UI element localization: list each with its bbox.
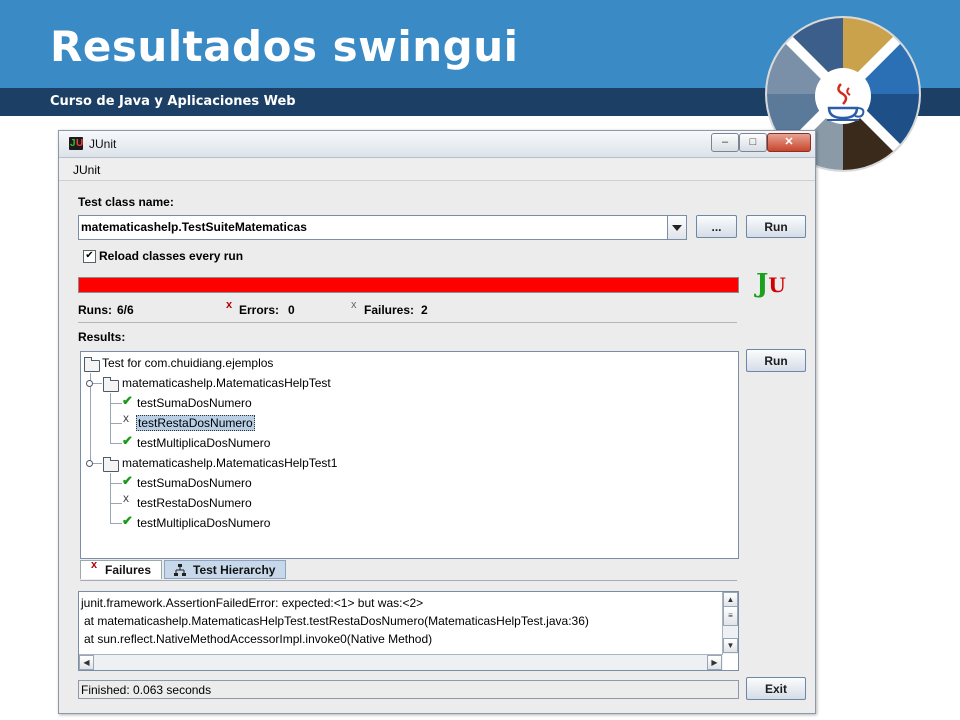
window-title: JUnit [89,137,117,151]
failure-x-icon: x [351,299,357,311]
tree-connector [110,523,122,524]
tree-test[interactable]: testRestaDosNumero [137,494,252,512]
tree-connector [110,393,111,444]
slide-title: Resultados swingui [50,22,519,71]
tab-test-hierarchy-label: Test Hierarchy [193,563,276,577]
minimize-button[interactable]: – [711,133,739,152]
tree-test[interactable]: testMultiplicaDosNumero [137,434,270,452]
tab-failures[interactable]: x Failures [80,559,162,579]
scroll-up-icon[interactable]: ▲ [723,592,738,607]
close-button[interactable]: ✕ [767,133,811,152]
maximize-button[interactable]: □ [739,133,767,152]
pass-check-icon: ✔ [122,473,133,488]
test-class-label: Test class name: [78,195,174,209]
pass-check-icon: ✔ [122,513,133,528]
tree-connector [110,503,122,504]
background-tab-ghost [209,135,349,153]
pass-check-icon: ✔ [122,433,133,448]
test-progress-bar [78,277,739,293]
menu-junit[interactable]: JUnit [73,163,100,177]
fail-x-icon: x [123,411,129,425]
tree-test[interactable]: testSumaDosNumero [137,474,252,492]
runs-label: Runs: [78,303,112,317]
hierarchy-icon [174,564,186,576]
window-titlebar[interactable]: JU JUnit – □ ✕ [59,131,815,158]
fail-x-icon: x [123,491,129,505]
runs-value: 6/6 [117,303,134,317]
results-tree[interactable]: Test for com.chuidiang.ejemplos matemati… [80,351,739,559]
expand-toggle-icon[interactable] [86,460,93,467]
test-class-value: matematicashelp.TestSuiteMatematicas [81,220,307,234]
slide-subtitle: Curso de Java y Aplicaciones Web [50,94,296,109]
tree-test[interactable]: testMultiplicaDosNumero [137,514,270,532]
expand-toggle-icon[interactable] [86,380,93,387]
run-selected-button[interactable]: Run [746,349,806,372]
reload-label: Reload classes every run [99,249,244,263]
junit-app-icon: JU [69,137,84,150]
scroll-left-icon[interactable]: ◀ [79,655,94,670]
run-button[interactable]: Run [746,215,806,238]
error-x-icon: x [226,299,233,311]
folder-icon [103,377,119,392]
tree-suite[interactable]: matematicashelp.MatematicasHelpTest1 [122,454,337,472]
folder-icon [84,357,100,372]
errors-label: Errors: [239,303,280,317]
tree-connector [110,473,111,524]
tab-failures-label: Failures [105,563,152,577]
tree-connector [110,403,122,404]
status-text: Finished: 0.063 seconds [81,683,212,697]
result-tabs: x Failures Test Hierarchy [80,559,737,581]
browse-button[interactable]: ... [696,215,737,238]
status-bar: Finished: 0.063 seconds [78,680,739,699]
tree-suite[interactable]: matematicashelp.MatematicasHelpTest [122,374,331,392]
tree-test[interactable]: testSumaDosNumero [137,394,252,412]
scroll-down-icon[interactable]: ▼ [723,638,738,653]
failures-label: Failures: [364,303,415,317]
selected-test-label[interactable]: testRestaDosNumero [136,415,255,431]
folder-icon [103,457,119,472]
horizontal-scrollbar[interactable]: ◀ ▶ [79,654,723,670]
failures-value: 2 [421,303,428,317]
junit-window: JU JUnit – □ ✕ JUnit Test class name: ma… [58,130,816,714]
tree-connector [110,443,122,444]
results-label: Results: [78,330,126,344]
trace-line: at matematicashelp.MatematicasHelpTest.t… [84,614,589,628]
tab-test-hierarchy[interactable]: Test Hierarchy [164,560,286,579]
trace-line: at sun.reflect.NativeMethodAccessorImpl.… [84,632,433,646]
chevron-down-icon[interactable] [667,216,686,239]
failure-trace-panel[interactable]: junit.framework.AssertionFailedError: ex… [78,591,739,671]
scroll-thumb[interactable]: ≡ [723,606,738,626]
vertical-scrollbar[interactable]: ▲ ≡ ▼ [722,592,738,654]
errors-value: 0 [288,303,295,317]
scroll-right-icon[interactable]: ▶ [707,655,722,670]
pass-check-icon: ✔ [122,393,133,408]
tree-connector [110,483,122,484]
menubar: JUnit [59,158,815,181]
test-class-combobox[interactable]: matematicashelp.TestSuiteMatematicas [78,215,687,240]
tree-test-selected[interactable]: testRestaDosNumero [136,414,255,432]
failure-x-icon: x [91,559,98,571]
tree-root[interactable]: Test for com.chuidiang.ejemplos [102,354,273,372]
junit-logo: JU [756,269,786,299]
reload-checkbox[interactable]: ✔ [83,250,96,263]
trace-line: junit.framework.AssertionFailedError: ex… [81,596,424,610]
divider [78,322,737,323]
tree-connector [110,423,122,424]
exit-button[interactable]: Exit [746,677,806,700]
